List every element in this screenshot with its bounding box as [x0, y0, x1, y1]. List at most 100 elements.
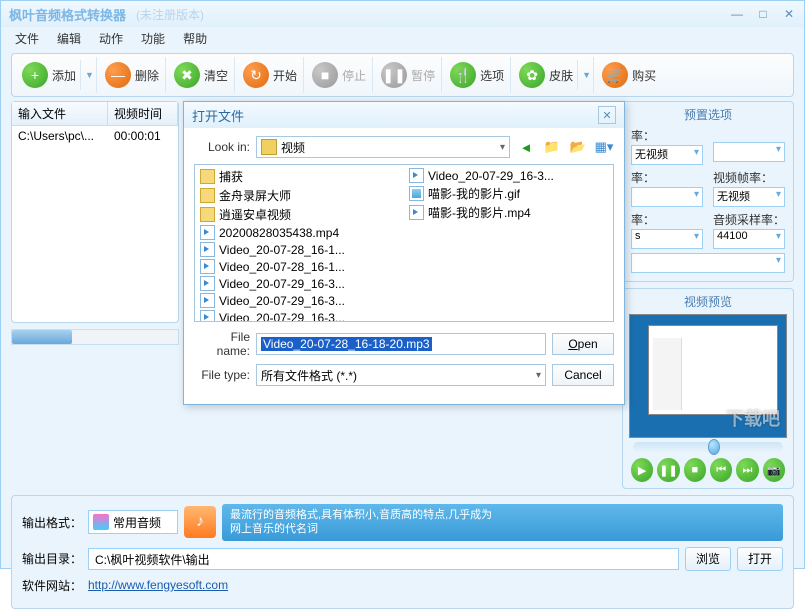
pause-icon: ❚❚	[381, 62, 407, 88]
output-panel: 输出格式： 常用音频 ♪ 最流行的音频格式,具有体积小,音质高的特点,几乎成为 …	[11, 495, 794, 609]
table-row[interactable]: C:\Users\pc\... 00:00:01	[12, 126, 178, 146]
audio-sample-select[interactable]: 44100	[713, 229, 785, 249]
select[interactable]	[631, 187, 703, 207]
wrench-icon: 🍴	[450, 62, 476, 88]
file-item[interactable]: Video_20-07-28_16-1...	[197, 241, 402, 258]
vid-icon	[409, 205, 424, 220]
refresh-icon: ↻	[243, 62, 269, 88]
preview-panel: 视频预览 下载吧 ▶ ❚❚ ■ ⏮ ⏭ 📷	[622, 288, 794, 489]
browse-button[interactable]: 浏览	[685, 547, 731, 571]
output-format-select[interactable]: 常用音频	[88, 510, 178, 534]
file-item[interactable]: Video_20-07-28_16-1...	[197, 258, 402, 275]
prev-button[interactable]: ⏮	[710, 458, 732, 482]
minus-icon: —	[105, 62, 131, 88]
cancel-button[interactable]: Cancel	[552, 364, 614, 386]
music-icon	[93, 514, 109, 530]
vid-icon	[200, 242, 215, 257]
view-mode-icon[interactable]: ▦▾	[594, 137, 614, 157]
slider-thumb[interactable]	[708, 439, 720, 455]
file-item[interactable]: Video_20-07-29_16-3...	[197, 309, 402, 322]
file-item[interactable]: 逍遥安卓视频	[197, 205, 402, 224]
file-list: 捕获金舟录屏大师逍遥安卓视频20200828035438.mp4Video_20…	[194, 164, 614, 322]
clear-icon: ✖	[174, 62, 200, 88]
file-item[interactable]: 喵影-我的影片.mp4	[406, 203, 611, 222]
menu-help[interactable]: 帮助	[175, 28, 215, 49]
col-input[interactable]: 输入文件	[12, 102, 108, 125]
menu-action[interactable]: 动作	[91, 28, 131, 49]
select[interactable]	[713, 142, 785, 162]
horizontal-scrollbar[interactable]	[11, 329, 179, 345]
note-icon: ♪	[184, 506, 216, 538]
close-button[interactable]: ✕	[782, 7, 796, 21]
select[interactable]: s	[631, 229, 703, 249]
options-button[interactable]: 🍴选项	[444, 57, 511, 93]
filename-input[interactable]: Video_20-07-28_16-18-20.mp3	[256, 333, 546, 355]
app-subtitle: (未注册版本)	[136, 6, 204, 23]
vid-icon	[200, 293, 215, 308]
open-button[interactable]: Open	[552, 333, 614, 355]
filetype-select[interactable]: 所有文件格式 (*.*)	[256, 364, 546, 386]
video-rate-select[interactable]: 无视频	[631, 145, 703, 165]
open-dir-button[interactable]: 打开	[737, 547, 783, 571]
panel-title: 预置选项	[631, 106, 785, 123]
img-icon	[409, 186, 424, 201]
folder-icon	[200, 207, 215, 222]
apple-icon: ✿	[519, 62, 545, 88]
file-item[interactable]: 金舟录屏大师	[197, 186, 402, 205]
vid-icon	[200, 225, 215, 240]
stop-button[interactable]: ■	[684, 458, 706, 482]
app-title: 枫叶音频格式转换器	[9, 5, 126, 24]
skin-button[interactable]: ✿皮肤▼	[513, 57, 594, 93]
output-dir-input[interactable]: C:\枫叶视频软件\输出	[88, 548, 679, 570]
pause-button[interactable]: ❚❚暂停	[375, 57, 442, 93]
chevron-down-icon[interactable]: ▼	[577, 60, 587, 90]
vid-icon	[409, 168, 424, 183]
new-folder-icon[interactable]: 📂	[568, 137, 588, 157]
input-file-list: 输入文件 视频时间 C:\Users\pc\... 00:00:01	[11, 101, 179, 323]
menu-function[interactable]: 功能	[133, 28, 173, 49]
scroll-thumb[interactable]	[12, 330, 72, 344]
menu-file[interactable]: 文件	[7, 28, 47, 49]
video-preview: 下载吧	[629, 314, 787, 438]
file-item[interactable]: Video_20-07-29_16-3...	[197, 275, 402, 292]
file-item[interactable]: Video_20-07-29_16-3...	[406, 167, 611, 184]
file-item[interactable]: 捕获	[197, 167, 402, 186]
file-item[interactable]: 喵影-我的影片.gif	[406, 184, 611, 203]
chevron-down-icon[interactable]: ▼	[80, 60, 90, 90]
stop-icon: ■	[312, 62, 338, 88]
up-folder-icon[interactable]: 📁	[542, 137, 562, 157]
stop-button[interactable]: ■停止	[306, 57, 373, 93]
preset-panel: 预置选项 率：无视频 率： 视频帧率：无视频 率：s 音频采样率：44100	[622, 101, 794, 282]
start-button[interactable]: ↻开始	[237, 57, 304, 93]
lookin-select[interactable]: 视频 ▾	[256, 136, 510, 158]
seek-slider[interactable]	[633, 442, 783, 452]
menu-edit[interactable]: 编辑	[49, 28, 89, 49]
play-button[interactable]: ▶	[631, 458, 653, 482]
snapshot-button[interactable]: 📷	[763, 458, 785, 482]
dialog-title: 打开文件 ✕	[184, 102, 624, 128]
select[interactable]	[631, 253, 785, 273]
buy-button[interactable]: 🛒购买	[596, 57, 662, 93]
maximize-button[interactable]: □	[756, 7, 770, 21]
add-button[interactable]: +添加▼	[16, 57, 97, 93]
dialog-close-button[interactable]: ✕	[598, 106, 616, 124]
vid-icon	[200, 276, 215, 291]
video-fps-select[interactable]: 无视频	[713, 187, 785, 207]
website-link[interactable]: http://www.fengyesoft.com	[88, 578, 228, 592]
file-item[interactable]: 20200828035438.mp4	[197, 224, 402, 241]
folder-icon	[261, 139, 277, 155]
col-duration[interactable]: 视频时间	[108, 102, 178, 125]
open-file-dialog: 打开文件 ✕ Look in: 视频 ▾ ◄ 📁 📂 ▦▾ 捕获金舟录屏大	[183, 101, 625, 405]
next-button[interactable]: ⏭	[736, 458, 758, 482]
clear-button[interactable]: ✖清空	[168, 57, 235, 93]
folder-icon	[200, 188, 215, 203]
vid-icon	[200, 259, 215, 274]
file-item[interactable]: Video_20-07-29_16-3...	[197, 292, 402, 309]
minimize-button[interactable]: —	[730, 7, 744, 21]
panel-title: 视频预览	[627, 293, 789, 310]
titlebar: 枫叶音频格式转换器 (未注册版本) — □ ✕	[1, 1, 804, 27]
pause-button[interactable]: ❚❚	[657, 458, 679, 482]
back-icon[interactable]: ◄	[516, 137, 536, 157]
cart-icon: 🛒	[602, 62, 628, 88]
delete-button[interactable]: —删除	[99, 57, 166, 93]
